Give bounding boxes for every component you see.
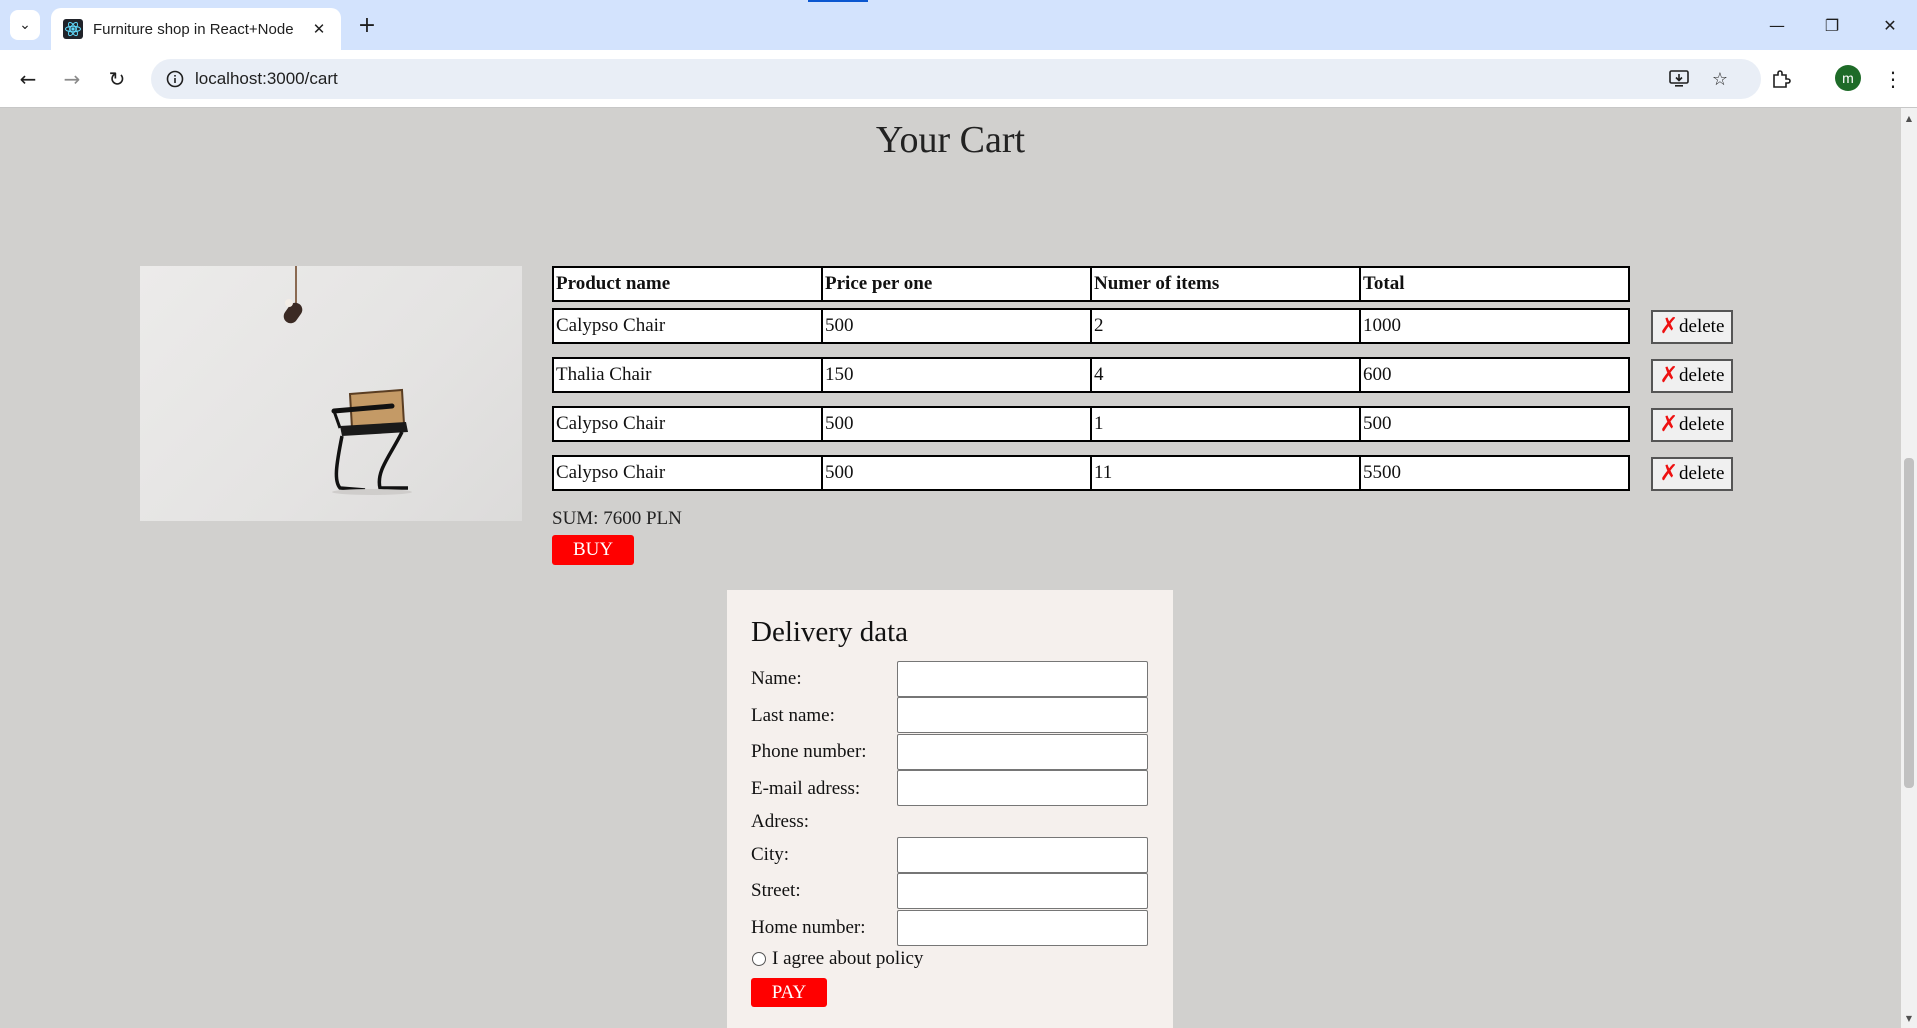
browser-tab-bar: ⌄ Furniture shop in React+Node ✕ + — ❐ ✕ xyxy=(0,0,1917,50)
page-title: Your Cart xyxy=(875,119,1026,161)
name-field[interactable] xyxy=(897,661,1148,697)
email-field[interactable] xyxy=(897,770,1148,806)
scroll-thumb[interactable] xyxy=(1904,458,1914,788)
new-tab-button[interactable]: + xyxy=(352,10,382,40)
cell-price: 150 xyxy=(821,357,1092,393)
cell-total: 1000 xyxy=(1359,308,1630,344)
header-number-of-items: Numer of items xyxy=(1090,266,1361,302)
address-label: Adress: xyxy=(751,811,810,832)
home-number-label: Home number: xyxy=(751,917,866,938)
delete-x-icon: ✗ xyxy=(1659,363,1679,388)
tab-strip-indicator xyxy=(808,0,868,2)
install-app-icon[interactable] xyxy=(1665,65,1693,93)
cell-total: 5500 xyxy=(1359,455,1630,491)
back-arrow-icon[interactable]: ← xyxy=(11,62,45,96)
table-row: Calypso Chair 500 2 1000 ✗ delete xyxy=(552,308,1733,344)
phone-label: Phone number: xyxy=(751,741,867,762)
cell-total: 500 xyxy=(1359,406,1630,442)
minimize-button[interactable]: — xyxy=(1759,8,1795,42)
cell-product-name: Calypso Chair xyxy=(552,455,823,491)
buy-button[interactable]: BUY xyxy=(552,535,634,565)
delete-button[interactable]: ✗ delete xyxy=(1651,408,1733,442)
forward-arrow-icon[interactable]: → xyxy=(55,62,89,96)
email-label: E-mail adress: xyxy=(751,778,861,799)
site-info-icon[interactable] xyxy=(155,70,195,88)
url-text: localhost:3000/cart xyxy=(195,69,338,88)
tab-search-button[interactable]: ⌄ xyxy=(10,10,40,40)
browser-tab[interactable]: Furniture shop in React+Node ✕ xyxy=(51,8,341,50)
name-label: Name: xyxy=(751,668,802,689)
profile-avatar[interactable]: m xyxy=(1835,65,1861,91)
delete-x-icon: ✗ xyxy=(1659,412,1679,437)
cart-sum: SUM: 7600 PLN xyxy=(552,508,682,529)
policy-label: I agree about policy xyxy=(772,948,924,969)
delete-label: delete xyxy=(1679,365,1725,386)
cell-quantity: 2 xyxy=(1090,308,1361,344)
address-bar[interactable]: localhost:3000/cart ☆ xyxy=(151,59,1761,99)
browser-toolbar: ← → ↻ localhost:3000/cart ☆ m ⋮ xyxy=(0,50,1917,108)
page-scrollbar[interactable]: ▲ ▼ xyxy=(1901,108,1917,1028)
restore-button[interactable]: ❐ xyxy=(1814,8,1850,42)
table-row: Calypso Chair 500 11 5500 ✗ delete xyxy=(552,455,1733,491)
pay-button[interactable]: PAY xyxy=(751,978,827,1007)
delete-label: delete xyxy=(1679,414,1725,435)
home-number-field[interactable] xyxy=(897,910,1148,946)
street-field[interactable] xyxy=(897,873,1148,909)
city-label: City: xyxy=(751,844,790,865)
phone-field[interactable] xyxy=(897,734,1148,770)
close-window-button[interactable]: ✕ xyxy=(1872,8,1908,42)
delete-label: delete xyxy=(1679,316,1725,337)
last-name-label: Last name: xyxy=(751,705,835,726)
cell-product-name: Calypso Chair xyxy=(552,406,823,442)
bookmark-star-icon[interactable]: ☆ xyxy=(1706,65,1734,93)
delivery-title: Delivery data xyxy=(751,616,909,648)
header-price-per-one: Price per one xyxy=(821,266,1092,302)
cart-table-header: Product name Price per one Numer of item… xyxy=(552,266,1630,302)
tab-close-icon[interactable]: ✕ xyxy=(309,20,329,38)
cell-price: 500 xyxy=(821,308,1092,344)
delete-button[interactable]: ✗ delete xyxy=(1651,457,1733,491)
cell-quantity: 1 xyxy=(1090,406,1361,442)
city-field[interactable] xyxy=(897,837,1148,873)
last-name-field[interactable] xyxy=(897,697,1148,733)
product-image xyxy=(140,266,522,521)
cell-quantity: 11 xyxy=(1090,455,1361,491)
delivery-form: Delivery data Name: Last name: Phone num… xyxy=(727,590,1173,1028)
extensions-icon[interactable] xyxy=(1764,62,1798,96)
delete-x-icon: ✗ xyxy=(1659,461,1679,486)
cell-product-name: Calypso Chair xyxy=(552,308,823,344)
delete-button[interactable]: ✗ delete xyxy=(1651,310,1733,344)
react-icon xyxy=(63,19,83,39)
cell-quantity: 4 xyxy=(1090,357,1361,393)
header-product-name: Product name xyxy=(552,266,823,302)
policy-radio[interactable] xyxy=(752,952,766,966)
policy-agreement: I agree about policy xyxy=(751,948,923,970)
table-row: Calypso Chair 500 1 500 ✗ delete xyxy=(552,406,1733,442)
scroll-down-icon[interactable]: ▼ xyxy=(1904,1014,1914,1024)
delete-label: delete xyxy=(1679,463,1725,484)
tab-title: Furniture shop in React+Node xyxy=(93,20,294,38)
header-total: Total xyxy=(1359,266,1630,302)
cell-product-name: Thalia Chair xyxy=(552,357,823,393)
browser-menu-icon[interactable]: ⋮ xyxy=(1876,62,1910,96)
cell-price: 500 xyxy=(821,455,1092,491)
cell-total: 600 xyxy=(1359,357,1630,393)
cell-price: 500 xyxy=(821,406,1092,442)
delete-x-icon: ✗ xyxy=(1659,314,1679,339)
delete-button[interactable]: ✗ delete xyxy=(1651,359,1733,393)
reload-icon[interactable]: ↻ xyxy=(100,62,134,96)
street-label: Street: xyxy=(751,880,801,901)
table-row: Thalia Chair 150 4 600 ✗ delete xyxy=(552,357,1733,393)
scroll-up-icon[interactable]: ▲ xyxy=(1904,114,1914,124)
